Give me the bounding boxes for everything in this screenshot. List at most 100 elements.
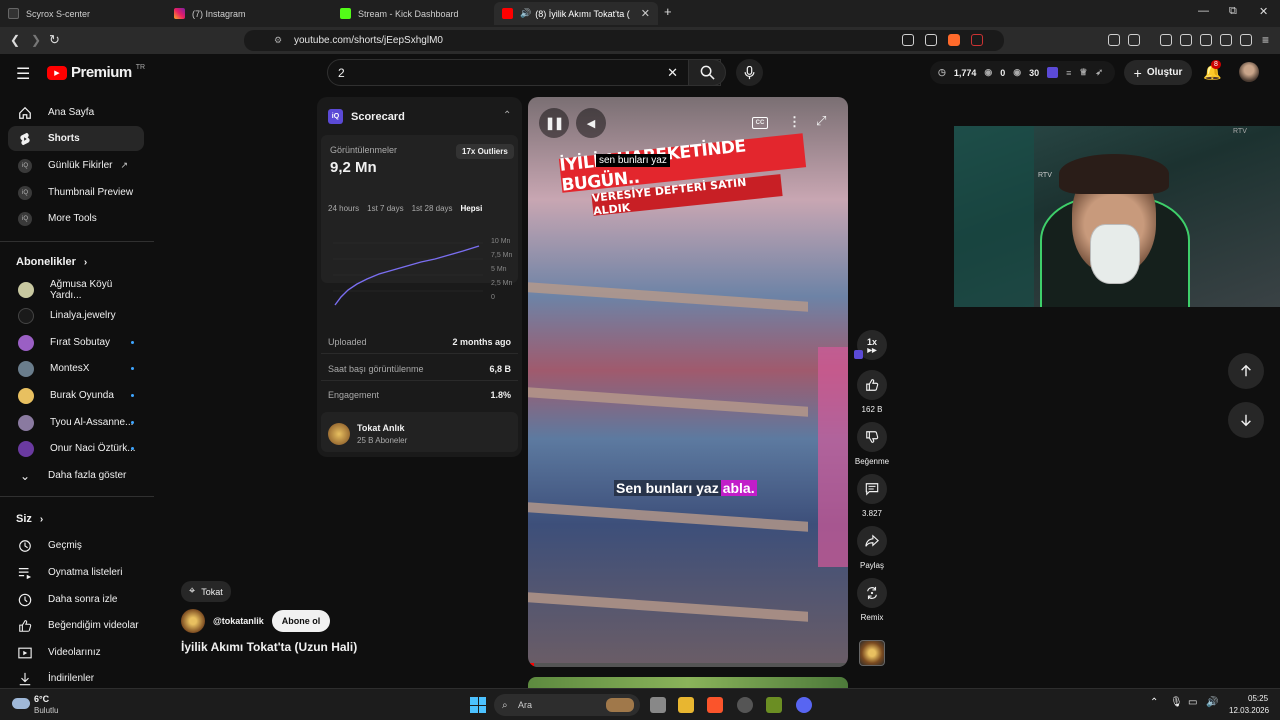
captions-button[interactable]: CC bbox=[752, 117, 768, 129]
next-video-preview[interactable] bbox=[528, 677, 848, 688]
show-more-button[interactable]: ⌄ Daha fazla göster bbox=[8, 463, 144, 488]
subscriptions-header[interactable]: Abonelikler › bbox=[16, 256, 87, 268]
brave-browser-icon[interactable] bbox=[707, 697, 723, 713]
channel-card[interactable] bbox=[321, 412, 518, 452]
subscription-item[interactable]: Fırat Sobutay bbox=[8, 330, 144, 355]
hamburger-menu-icon[interactable]: ☰ bbox=[16, 64, 30, 84]
maximize-button[interactable]: ⧉ bbox=[1229, 5, 1237, 18]
notifications-button[interactable]: 🔔 8 bbox=[1203, 60, 1222, 82]
subscription-item[interactable]: Burak Oyunda bbox=[8, 383, 144, 408]
range-tab-all[interactable]: Hepsi bbox=[461, 204, 483, 213]
new-tab-button[interactable]: + bbox=[664, 4, 672, 19]
progress-track[interactable] bbox=[528, 663, 848, 667]
address-bar[interactable]: ⚙ youtube.com/shorts/jEepSxhglM0 bbox=[244, 30, 1004, 51]
volume-icon[interactable]: 🔊 bbox=[1206, 697, 1218, 708]
sidebar-item-liked-videos[interactable]: Beğendiğim videolar bbox=[8, 613, 144, 638]
channel-avatar[interactable] bbox=[181, 609, 205, 633]
collapse-icon[interactable]: ⌃ bbox=[503, 110, 511, 121]
dislike-button[interactable] bbox=[857, 422, 887, 452]
tab-kick[interactable]: Stream - Kick Dashboard bbox=[332, 2, 492, 25]
sidebar-item-watch-later[interactable]: Daha sonra izle bbox=[8, 587, 144, 612]
subscription-item[interactable]: Linalya.jewelry bbox=[8, 303, 144, 328]
sidebar-item-playlists[interactable]: Oynatma listeleri bbox=[8, 560, 144, 585]
vpn-icon[interactable] bbox=[1240, 34, 1252, 46]
volume-button[interactable]: ◀ bbox=[576, 108, 606, 138]
sidebar-item-more-tools[interactable]: iQ More Tools bbox=[8, 206, 144, 231]
microphone-icon[interactable]: 🎙 bbox=[1170, 697, 1183, 708]
minimize-button[interactable]: — bbox=[1198, 5, 1209, 17]
menu-icon[interactable]: ≡ bbox=[1262, 33, 1269, 47]
create-button[interactable]: + Oluştur bbox=[1124, 60, 1192, 85]
channel-handle[interactable]: @tokatanlik bbox=[213, 616, 264, 626]
leo-icon[interactable] bbox=[1220, 34, 1232, 46]
location-chip[interactable]: ⌖ Tokat bbox=[181, 581, 231, 602]
range-tab-28d[interactable]: 1st 28 days bbox=[412, 204, 453, 213]
windows-start-icon[interactable] bbox=[470, 697, 486, 713]
discord-icon[interactable] bbox=[796, 697, 812, 713]
weather-desc[interactable]: Bulutlu bbox=[34, 706, 58, 715]
voice-search-button[interactable] bbox=[736, 59, 763, 86]
reload-icon[interactable]: ↻ bbox=[49, 32, 60, 48]
pause-button[interactable]: ❚❚ bbox=[539, 108, 569, 138]
clock-date[interactable]: 12.03.2026 bbox=[1229, 706, 1269, 715]
vidiq-stats-bar[interactable]: ◷ 1,774 ◉ 0 ◉ 30 ≡ ♕ ➶ bbox=[930, 61, 1115, 84]
sidebar-item-gunluk-fikirler[interactable]: iQ Günlük Fikirler ↗ bbox=[8, 153, 144, 178]
search-button[interactable] bbox=[688, 59, 726, 86]
you-header[interactable]: Siz › bbox=[16, 513, 43, 525]
tab-instagram[interactable]: (7) Instagram bbox=[166, 2, 331, 25]
previous-video-button[interactable] bbox=[1228, 353, 1264, 389]
remix-button[interactable] bbox=[857, 578, 887, 608]
video-title[interactable]: İyilik Akımı Tokat'ta (Uzun Hali) bbox=[181, 640, 357, 654]
comments-button[interactable] bbox=[857, 474, 887, 504]
close-window-button[interactable]: ✕ bbox=[1259, 5, 1268, 18]
cast-icon[interactable] bbox=[902, 34, 914, 46]
tab-youtube[interactable]: 🔊 (8) İyilik Akımı Tokat'ta (Uzun ✕ bbox=[494, 2, 658, 25]
tab-scyrox[interactable]: Scyrox S-center bbox=[0, 2, 165, 25]
sound-thumbnail[interactable] bbox=[859, 640, 885, 666]
forward-icon[interactable]: ❯ bbox=[31, 33, 41, 47]
subscription-item[interactable]: Tyou Al-Assanne... bbox=[8, 410, 144, 435]
share-icon[interactable] bbox=[925, 34, 937, 46]
youtube-premium-logo[interactable]: ▶ Premium TR bbox=[47, 64, 145, 81]
range-tab-24h[interactable]: 24 hours bbox=[328, 204, 359, 213]
game-icon[interactable] bbox=[766, 697, 782, 713]
wallet-icon[interactable] bbox=[1200, 34, 1212, 46]
account-avatar[interactable] bbox=[1239, 62, 1259, 82]
sidebar-item-shorts[interactable]: Shorts bbox=[8, 126, 144, 151]
media-icon[interactable] bbox=[1160, 34, 1172, 46]
sidebar-item-thumbnail-preview[interactable]: iQ Thumbnail Preview bbox=[8, 180, 144, 205]
chevron-up-icon[interactable]: ⌃ bbox=[1150, 697, 1158, 708]
rocket-icon[interactable]: ➶ bbox=[1095, 67, 1103, 78]
clock-time[interactable]: 05:25 bbox=[1248, 694, 1268, 703]
search-input[interactable]: 2 ✕ bbox=[327, 59, 721, 86]
subscription-item[interactable]: Ağmusa Köyü Yardı... bbox=[8, 277, 144, 302]
sidebar-item-home[interactable]: Ana Sayfa bbox=[8, 100, 144, 125]
brave-shield-icon[interactable] bbox=[948, 34, 960, 46]
site-info-icon[interactable]: ⚙ bbox=[274, 35, 282, 46]
clear-search-icon[interactable]: ✕ bbox=[667, 65, 678, 81]
sidebar-icon[interactable] bbox=[1180, 34, 1192, 46]
more-options-icon[interactable]: ⋮ bbox=[788, 114, 801, 130]
fullscreen-icon[interactable]: ⤢ bbox=[816, 113, 826, 129]
subscribe-button[interactable]: Abone ol bbox=[271, 610, 331, 632]
sidebar-item-your-videos[interactable]: Videolarınız bbox=[8, 640, 144, 665]
taskbar-search[interactable]: ⌕ Ara bbox=[494, 694, 640, 716]
extension-icon[interactable] bbox=[1128, 34, 1140, 46]
vidiq-icon[interactable] bbox=[1047, 67, 1059, 78]
range-tab-7d[interactable]: 1st 7 days bbox=[367, 204, 403, 213]
back-icon[interactable]: ❮ bbox=[10, 33, 20, 47]
next-video-button[interactable] bbox=[1228, 402, 1264, 438]
subscription-item[interactable]: MontesX bbox=[8, 356, 144, 381]
brave-rewards-icon[interactable] bbox=[971, 34, 983, 46]
share-button[interactable] bbox=[857, 526, 887, 556]
file-explorer-icon[interactable] bbox=[678, 697, 694, 713]
task-view-icon[interactable] bbox=[650, 697, 666, 713]
sidebar-item-history[interactable]: Geçmiş bbox=[8, 533, 144, 558]
app-icon[interactable] bbox=[737, 697, 753, 713]
weather-temp[interactable]: 6°C bbox=[34, 694, 49, 704]
like-button[interactable] bbox=[857, 370, 887, 400]
extensions-icon[interactable] bbox=[1108, 34, 1120, 46]
subscription-item[interactable]: Onur Naci Öztürk... bbox=[8, 436, 144, 461]
list-icon[interactable]: ≡ bbox=[1066, 68, 1071, 78]
network-icon[interactable]: ▭ bbox=[1188, 697, 1197, 708]
